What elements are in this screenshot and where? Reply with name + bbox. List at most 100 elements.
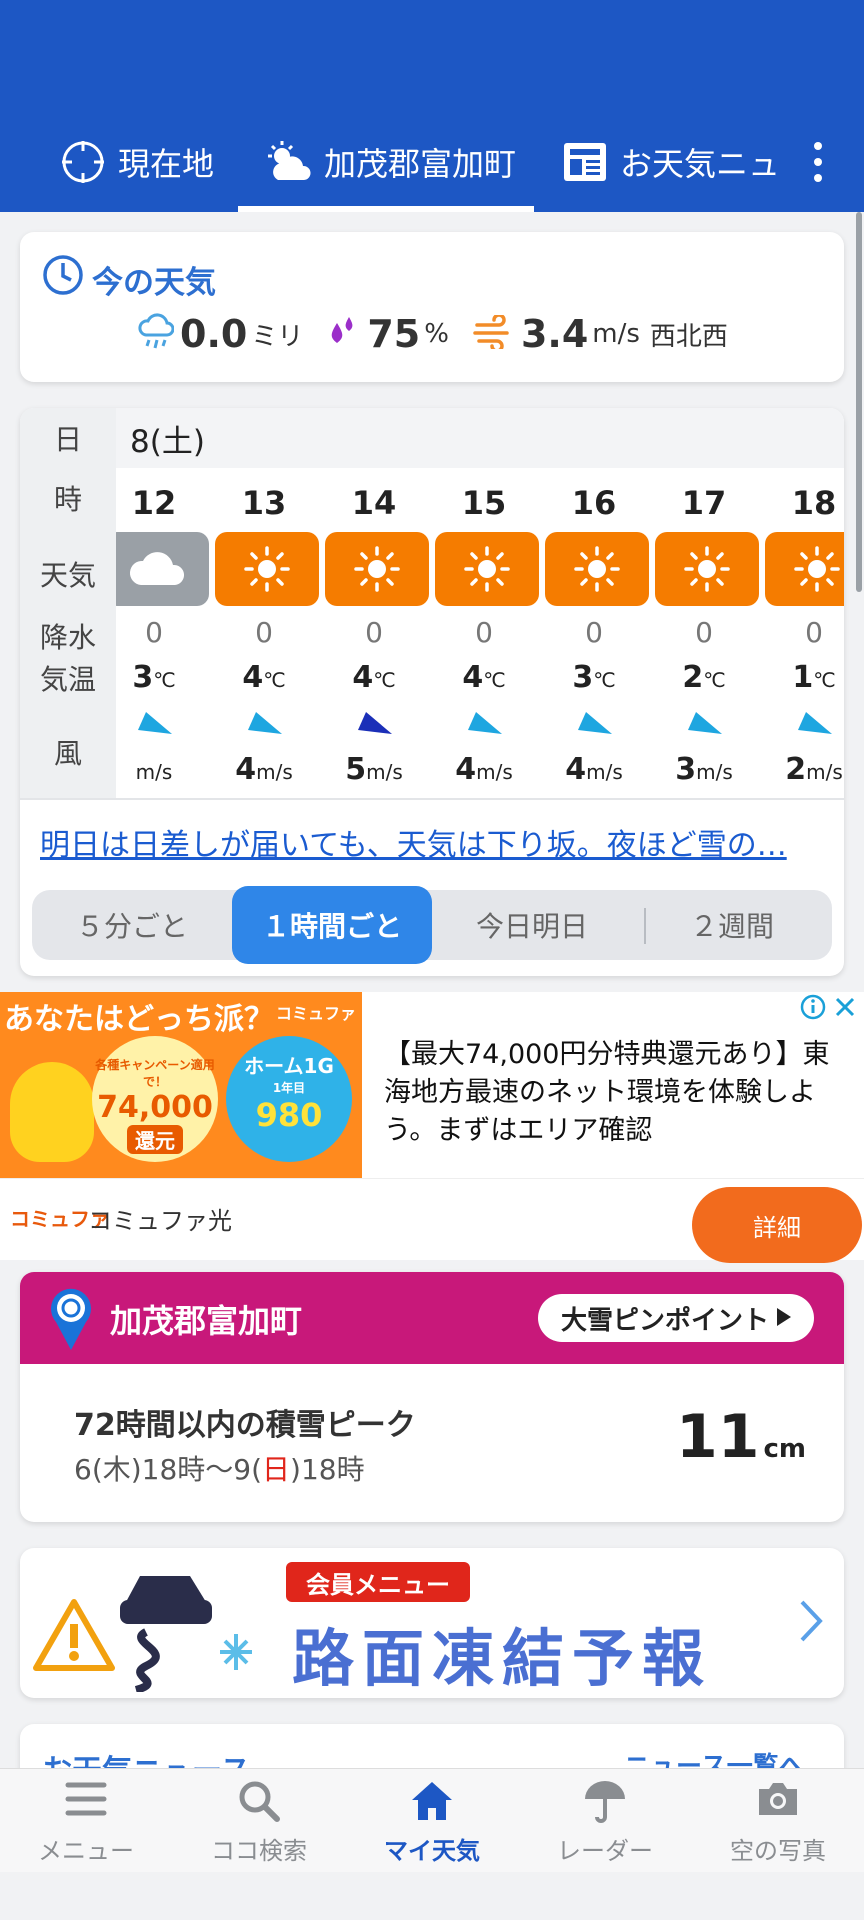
- menu-icon: [0, 1779, 172, 1819]
- ad-banner[interactable]: あなたはどっち派？ コミュファ 各種キャンペーン適用で！ 74,000 還元 ホ…: [0, 992, 864, 1263]
- nav-my-weather[interactable]: マイ天気: [346, 1769, 518, 1873]
- rain-value: 0.0: [180, 312, 248, 356]
- wind-unit: m/s: [592, 319, 640, 349]
- umbrella-radar-icon: [519, 1779, 691, 1823]
- current-weather-title: 今の天気: [42, 254, 216, 304]
- hour-column: 12 0 3℃ m/s: [102, 408, 212, 798]
- camera-icon: [692, 1779, 864, 1819]
- wind-direction-arrow-icon: [652, 708, 756, 742]
- search-icon: [173, 1779, 345, 1823]
- temp-value: 2℃: [682, 660, 726, 695]
- snow-location: 加茂郡富加町: [110, 1302, 303, 1340]
- mascot-image: [10, 1062, 94, 1162]
- ad-plan-circle: ホーム1G 1年目 980: [226, 1036, 352, 1162]
- road-freeze-banner[interactable]: 会員メニュー 路面凍結予報: [20, 1548, 844, 1698]
- sun-icon: [325, 532, 429, 606]
- heavy-snow-card[interactable]: 加茂郡富加町 大雪ピンポイント 72時間以内の積雪ピーク 6(木)18時〜9(日…: [20, 1272, 844, 1522]
- nav-radar[interactable]: レーダー: [519, 1769, 691, 1873]
- ad-image[interactable]: あなたはどっち派？ コミュファ 各種キャンペーン適用で！ 74,000 還元 ホ…: [0, 992, 362, 1178]
- home-icon: [346, 1779, 518, 1823]
- ad-advertiser-name: コミュファ光: [88, 1207, 232, 1235]
- sun-cloud-icon: [264, 140, 312, 184]
- hour-column: 16 0 3℃ 4m/s: [542, 408, 652, 798]
- precip-value: 0: [585, 616, 603, 649]
- sun-icon: [215, 532, 319, 606]
- newspaper-icon: [562, 139, 608, 185]
- temp-value: 3℃: [572, 660, 616, 695]
- hour-label: 14: [351, 484, 397, 522]
- segment-2weeks[interactable]: ２週間: [632, 890, 832, 960]
- snow-peak-period: 6(木)18時〜9(日)18時: [74, 1453, 365, 1486]
- tab-label: 加茂郡富加町: [324, 145, 517, 183]
- forecast-news-link[interactable]: 明日は日差しが届いても、天気は下り坂。夜ほど雪の…: [40, 820, 787, 864]
- wind-speed-value: 4m/s: [455, 752, 513, 787]
- more-options-button[interactable]: [800, 112, 836, 212]
- hour-column: 13 0 4℃ 4m/s: [212, 408, 322, 798]
- hour-label: 13: [241, 484, 287, 522]
- wind-speed-value: 4m/s: [235, 752, 293, 787]
- temp-value: 4℃: [242, 660, 286, 695]
- ad-details-button[interactable]: 詳細: [692, 1187, 862, 1263]
- label-weather: 天気: [39, 559, 96, 592]
- ad-footer: コミュファ コミュファ光 詳細: [0, 1178, 864, 1263]
- sun-icon: [655, 532, 759, 606]
- clock-icon: [42, 254, 84, 304]
- close-icon: [835, 997, 855, 1017]
- hour-label: 15: [461, 484, 507, 522]
- members-menu-badge: 会員メニュー: [286, 1562, 470, 1602]
- ad-headline: あなたはどっち派？: [4, 1002, 274, 1037]
- heavy-snow-pinpoint-button[interactable]: 大雪ピンポイント: [538, 1294, 814, 1342]
- segment-1hour[interactable]: １時間ごと: [232, 886, 432, 964]
- row-labels: 日 時 天気 降水 気温 風: [20, 408, 116, 798]
- location-tabs: 現在地 加茂郡富加町 お天気ニュ: [0, 112, 864, 212]
- label-wind: 風: [53, 737, 82, 770]
- hour-label: 16: [571, 484, 617, 522]
- divider: [20, 798, 844, 800]
- wind-speed-value: m/s: [135, 760, 173, 784]
- wind-value: 3.4: [520, 312, 589, 356]
- sun-icon: [435, 532, 539, 606]
- play-triangle-icon: [777, 1303, 791, 1333]
- wind-direction-arrow-icon: [432, 708, 536, 742]
- wind-icon: [473, 313, 513, 353]
- nav-search[interactable]: ココ検索: [173, 1769, 345, 1873]
- warning-icon: [32, 1598, 116, 1676]
- cloud-icon: [105, 532, 209, 606]
- tab-kamo-tomika[interactable]: 加茂郡富加町: [264, 112, 516, 212]
- interval-segmented-control: ５分ごと １時間ごと 今日明日 ２週間: [32, 886, 832, 964]
- tab-weather-news[interactable]: お天気ニュ: [562, 112, 780, 212]
- humidity-icon: [327, 315, 359, 353]
- temp-value: 4℃: [462, 660, 506, 695]
- ad-text[interactable]: 【最大74,000円分特典還元あり】東海地方最速のネット環境を体験しよう。まずは…: [384, 1036, 844, 1150]
- current-weather-values: 0.0 ミリ 75 % 3.4 m/s 西北西: [138, 312, 728, 356]
- wind-direction-arrow-icon: [762, 708, 844, 742]
- temp-value: 4℃: [352, 660, 396, 695]
- ad-info-controls[interactable]: [800, 994, 858, 1020]
- ad-offer-circle: 各種キャンペーン適用で！ 74,000 還元: [92, 1036, 218, 1162]
- wind-direction-arrow-icon: [212, 708, 316, 742]
- current-weather-card: 今の天気 0.0 ミリ 75 % 3.4 m/s 西北西: [20, 232, 844, 382]
- humidity-value: 75: [367, 312, 421, 356]
- hour-label: 12: [131, 484, 177, 522]
- temp-value: 3℃: [132, 660, 176, 695]
- precip-value: 0: [695, 616, 713, 649]
- hourly-forecast-card: 8(土) 12 0 3℃ m/s 13 0 4℃ 4m/s 14 0 4℃ 5m/s 15 0 4℃ 4m/s…: [20, 408, 844, 976]
- nav-sky-photos[interactable]: 空の写真: [692, 1769, 864, 1873]
- segment-5min[interactable]: ５分ごと: [32, 890, 232, 960]
- precip-value: 0: [805, 616, 823, 649]
- nav-menu[interactable]: メニュー: [0, 1769, 172, 1873]
- precip-value: 0: [255, 616, 273, 649]
- precip-value: 0: [365, 616, 383, 649]
- hour-column: 14 0 4℃ 5m/s: [322, 408, 432, 798]
- system-navigation-bar: [0, 1872, 864, 1920]
- tab-current-location[interactable]: 現在地: [60, 112, 214, 212]
- bottom-navigation: メニュー ココ検索 マイ天気 レーダー 空の写真: [0, 1768, 864, 1872]
- location-pin-icon: [46, 1282, 96, 1356]
- sun-icon: [545, 532, 649, 606]
- tab-label: お天気ニュ: [620, 145, 780, 183]
- snow-peak-title: 72時間以内の積雪ピーク: [74, 1408, 416, 1443]
- segment-today-tomorrow[interactable]: 今日明日: [432, 890, 632, 960]
- rain-unit: ミリ: [251, 321, 304, 352]
- scrollbar[interactable]: [856, 212, 862, 592]
- wind-direction: 西北西: [649, 321, 728, 352]
